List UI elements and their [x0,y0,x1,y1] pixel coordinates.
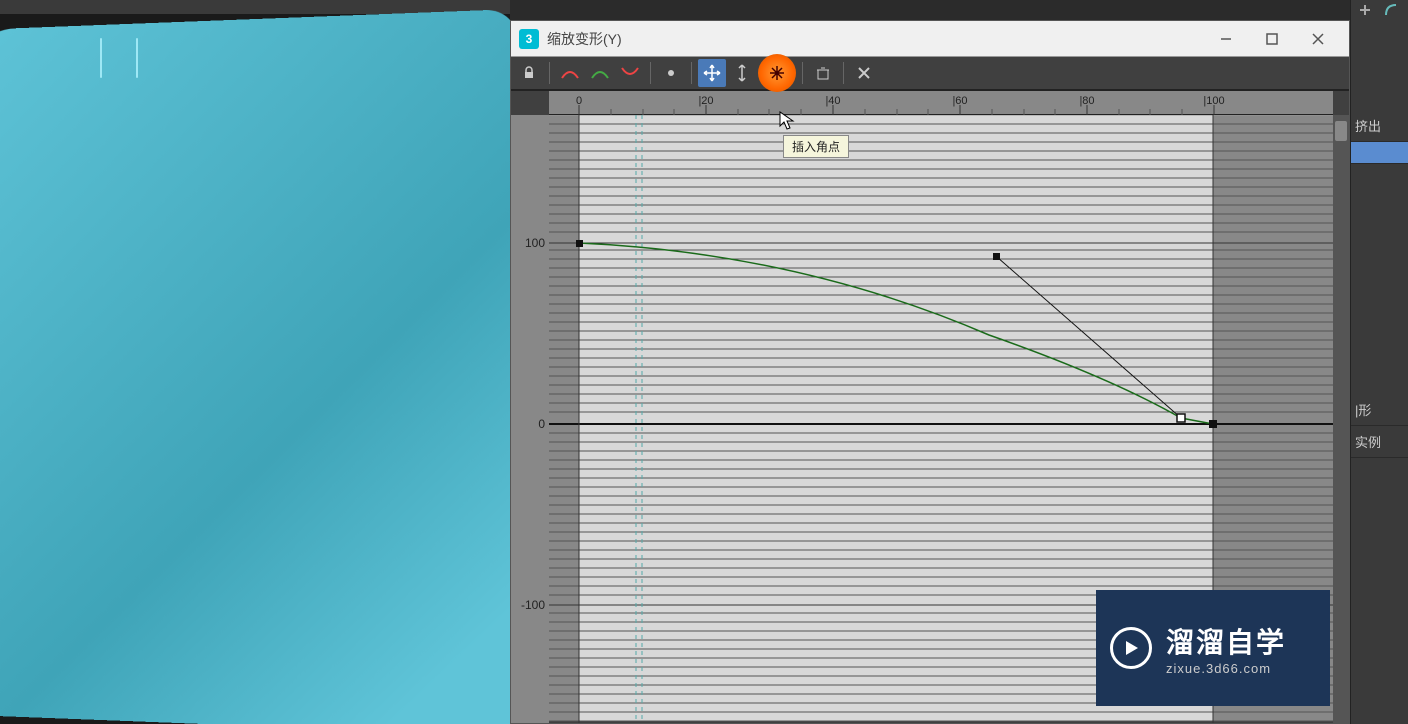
app-icon: 3 [519,29,539,49]
separator [549,62,550,84]
deform-toolbar [511,57,1349,91]
x-tick: |80 [1079,95,1094,107]
y-axis: 100 0 -100 [511,115,549,723]
x-tick: |20 [698,95,713,107]
scrollbar-thumb[interactable] [1335,121,1347,141]
x-ruler[interactable]: 0 |20 |40 |60 |80 |100 [549,91,1333,115]
curve-green-icon[interactable] [586,59,614,87]
panel-item-instance[interactable]: 实例 [1351,426,1408,458]
separator [691,62,692,84]
minimize-button[interactable] [1203,23,1249,55]
reset-icon[interactable] [850,59,878,87]
watermark-url: zixue.3d66.com [1166,661,1286,676]
delete-point-icon[interactable] [809,59,837,87]
panel-icon-arc[interactable] [1381,2,1401,18]
model-edge-highlight [100,38,102,78]
tooltip: 插入角点 [783,135,849,158]
panel-item-extrude[interactable]: 挤出 [1351,110,1408,142]
title-bar[interactable]: 3 缩放变形(Y) [511,21,1349,57]
y-tick: 100 [525,236,545,250]
window-title: 缩放变形(Y) [547,29,1203,49]
curve-red2-icon[interactable] [616,59,644,87]
lock-icon[interactable] [515,59,543,87]
x-tick: |100 [1203,95,1224,107]
panel-item-shape[interactable]: |形 [1351,394,1408,426]
separator [843,62,844,84]
scale-y-icon[interactable] [728,59,756,87]
y-tick: -100 [521,598,545,612]
watermark-title: 溜溜自学 [1166,621,1286,661]
close-button[interactable] [1295,23,1341,55]
y-tick: 0 [538,417,545,431]
point-icon[interactable] [657,59,685,87]
x-tick: 0 [576,95,582,107]
model-edge-highlight [136,38,138,78]
viewport-3d[interactable] [0,0,510,724]
insert-corner-point-button[interactable] [758,54,796,92]
play-icon [1110,627,1152,669]
x-tick: |60 [952,95,967,107]
separator [802,62,803,84]
model-object [0,9,510,724]
separator [650,62,651,84]
panel-icon-plus[interactable] [1355,2,1375,18]
watermark: 溜溜自学 zixue.3d66.com [1096,590,1330,706]
x-tick: |40 [825,95,840,107]
move-tool-icon[interactable] [698,59,726,87]
vertical-scrollbar[interactable] [1333,115,1349,723]
curve-red-icon[interactable] [556,59,584,87]
maximize-button[interactable] [1249,23,1295,55]
command-panel: 挤出 |形 实例 [1350,0,1408,724]
panel-item-selected[interactable] [1351,142,1408,164]
